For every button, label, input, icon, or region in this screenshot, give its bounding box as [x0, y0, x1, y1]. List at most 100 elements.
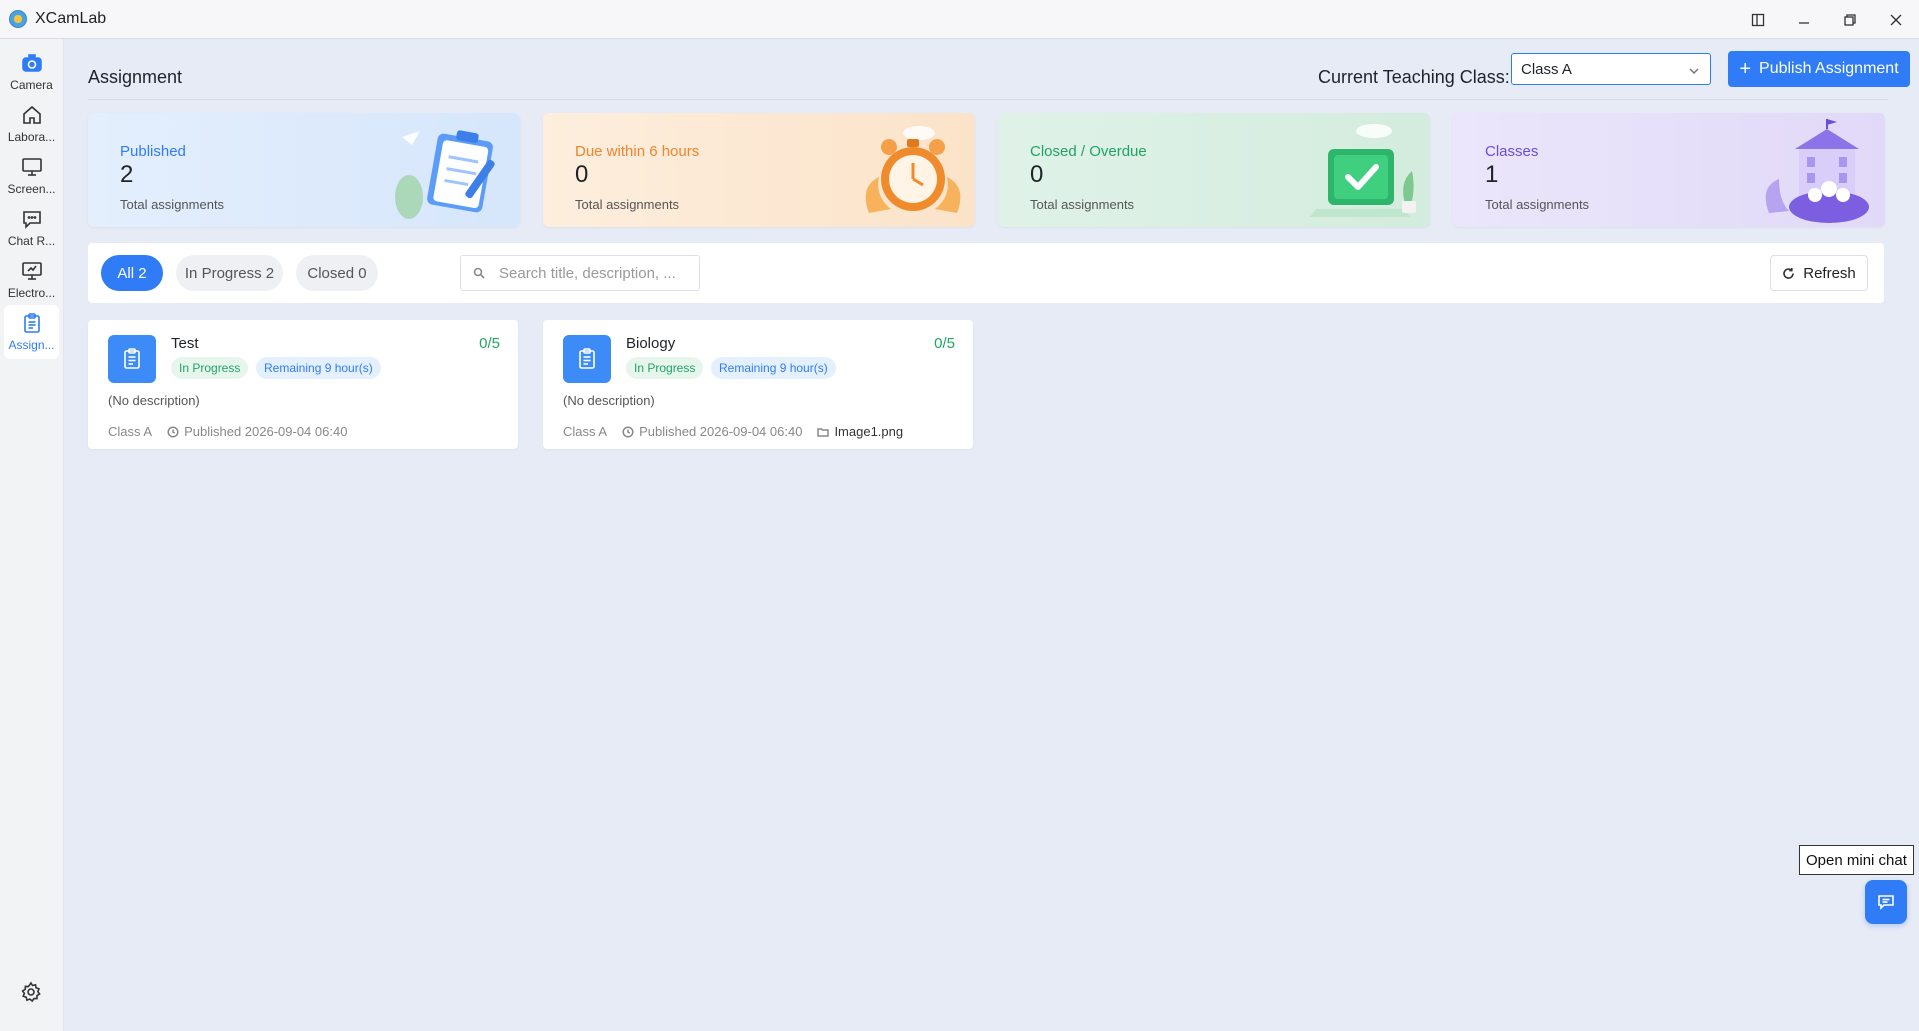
- remaining-time-badge: Remaining 9 hour(s): [256, 357, 381, 379]
- search-box: [460, 255, 700, 291]
- stat-title: Classes: [1485, 143, 1539, 160]
- status-badge: In Progress: [626, 357, 704, 379]
- sidebar-item-screen[interactable]: Screen...: [4, 149, 59, 203]
- assignment-class: Class A: [563, 424, 608, 439]
- refresh-button[interactable]: Refresh: [1770, 255, 1868, 291]
- stat-subtitle: Total assignments: [120, 197, 225, 212]
- monitor-icon: [21, 158, 42, 176]
- chat-icon: [1878, 895, 1894, 910]
- plus-icon: +: [1739, 58, 1752, 80]
- sidebar-toggle-button[interactable]: [1735, 0, 1781, 39]
- published-date: Published 2026-09-04 06:40: [639, 424, 803, 439]
- close-icon: [1890, 14, 1902, 25]
- document-icon: [108, 335, 156, 383]
- minimize-button[interactable]: [1781, 0, 1827, 39]
- attachment-file[interactable]: Image1.png: [834, 424, 903, 439]
- app-title: XCamLab: [35, 10, 107, 27]
- stat-card-published: Published 2 Total assignments: [88, 113, 520, 227]
- sidebar-item-label: Labora...: [7, 130, 56, 144]
- filter-in-progress-pill[interactable]: In Progress 2: [176, 255, 283, 291]
- stat-subtitle: Total assignments: [1030, 197, 1135, 212]
- close-button[interactable]: [1873, 0, 1919, 39]
- sidebar-item-label: Assign...: [8, 338, 55, 352]
- header-divider: [88, 99, 1888, 100]
- alarm-clock-illustration-icon: [865, 126, 961, 213]
- page-header: Assignment Current Teaching Class: Class…: [88, 49, 1910, 97]
- stat-card-due-soon: Due within 6 hours 0 Total assignments: [543, 113, 975, 227]
- minimize-icon: [1799, 21, 1809, 24]
- assignment-class: Class A: [108, 424, 153, 439]
- teaching-class-select[interactable]: Class A: [1511, 53, 1711, 85]
- stat-title: Closed / Overdue: [1030, 143, 1147, 160]
- gear-icon: [21, 981, 41, 1003]
- sidebar-item-chat[interactable]: Chat R...: [4, 201, 59, 255]
- clipboard-illustration-icon: [395, 130, 495, 219]
- assignment-title: Test: [171, 335, 199, 352]
- assignment-card[interactable]: Test 0/5 In Progress Remaining 9 hour(s)…: [88, 320, 518, 449]
- panel-icon: [1751, 13, 1765, 26]
- whiteboard-icon: [21, 262, 42, 280]
- sidebar-item-label: Camera: [10, 78, 53, 92]
- laptop-check-illustration-icon: [1310, 124, 1416, 217]
- stat-card-closed: Closed / Overdue 0 Total assignments: [998, 113, 1430, 227]
- document-icon: [563, 335, 611, 383]
- camera-icon: [21, 54, 42, 72]
- refresh-label: Refresh: [1803, 264, 1856, 282]
- mini-chat-tooltip: Open mini chat: [1799, 845, 1914, 875]
- stat-value: 1: [1485, 161, 1499, 188]
- settings-button[interactable]: [20, 981, 44, 1005]
- submission-count: 0/5: [934, 335, 955, 352]
- page-title: Assignment: [88, 67, 183, 87]
- stat-card-classes: Classes 1 Total assignments: [1453, 113, 1885, 227]
- assignment-card[interactable]: Biology 0/5 In Progress Remaining 9 hour…: [543, 320, 973, 449]
- search-input[interactable]: [499, 264, 689, 282]
- search-icon: [473, 267, 485, 279]
- filter-bar: All 2 In Progress 2 Closed 0 Refresh: [88, 243, 1884, 303]
- filter-all-pill[interactable]: All 2: [101, 255, 163, 291]
- title-bar: XCamLab: [0, 0, 1919, 39]
- sidebar-item-laboratory[interactable]: Labora...: [4, 97, 59, 151]
- teaching-class-label: Current Teaching Class:: [1318, 67, 1510, 87]
- restore-button[interactable]: [1827, 0, 1873, 39]
- app-logo-icon: [9, 10, 27, 28]
- status-badge: In Progress: [171, 357, 249, 379]
- publish-assignment-label: Publish Assignment: [1759, 60, 1899, 77]
- teaching-class-value: Class A: [1521, 60, 1572, 78]
- open-mini-chat-button[interactable]: [1865, 880, 1907, 924]
- sidebar-item-electronic[interactable]: Electro...: [4, 253, 59, 307]
- publish-assignment-button[interactable]: + Publish Assignment: [1728, 51, 1910, 87]
- sidebar-item-assignment[interactable]: Assign...: [4, 305, 59, 359]
- assignment-meta: Class A Published 2026-09-04 06:40: [108, 424, 347, 439]
- clock-icon: [167, 425, 179, 438]
- assignment-title: Biology: [626, 335, 676, 352]
- assignment-description: (No description): [108, 393, 200, 408]
- chat-icon: [22, 211, 41, 229]
- stat-value: 0: [1030, 161, 1044, 188]
- window-controls: [1735, 0, 1919, 39]
- chevron-down-icon: [1688, 64, 1700, 76]
- sidebar-item-label: Screen...: [7, 182, 56, 196]
- stat-value: 0: [575, 161, 589, 188]
- stat-subtitle: Total assignments: [1485, 197, 1590, 212]
- published-date: Published 2026-09-04 06:40: [184, 424, 348, 439]
- sidebar-item-label: Chat R...: [7, 234, 56, 248]
- sidebar-item-camera[interactable]: Camera: [4, 45, 59, 99]
- clipboard-icon: [23, 313, 40, 333]
- refresh-icon: [1783, 267, 1795, 279]
- submission-count: 0/5: [479, 335, 500, 352]
- sidebar: Camera Labora... Screen... Chat R... Ele…: [0, 39, 64, 1031]
- assignment-meta: Class A Published 2026-09-04 06:40 Image…: [563, 424, 903, 439]
- stat-value: 2: [120, 161, 134, 188]
- assignment-description: (No description): [563, 393, 655, 408]
- filter-closed-pill[interactable]: Closed 0: [296, 255, 378, 291]
- clock-icon: [622, 425, 634, 438]
- stat-title: Due within 6 hours: [575, 143, 700, 160]
- home-icon: [22, 105, 41, 124]
- restore-icon: [1844, 13, 1856, 26]
- school-building-illustration-icon: [1765, 119, 1869, 223]
- sidebar-item-label: Electro...: [7, 286, 56, 300]
- stat-title: Published: [120, 143, 186, 160]
- stat-subtitle: Total assignments: [575, 197, 680, 212]
- remaining-time-badge: Remaining 9 hour(s): [711, 357, 836, 379]
- main-content: Assignment Current Teaching Class: Class…: [64, 39, 1919, 1031]
